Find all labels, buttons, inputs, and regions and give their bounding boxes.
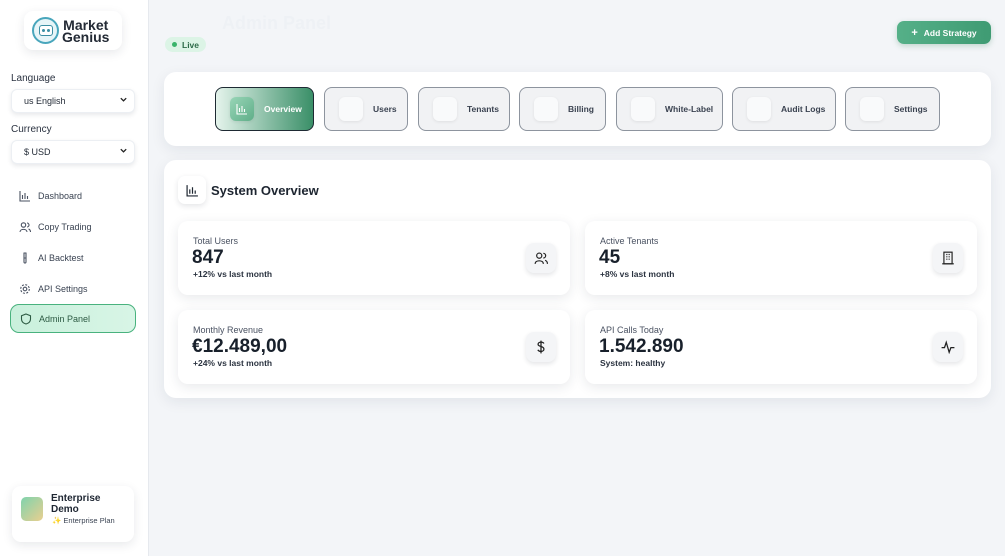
tab-label: Tenants — [467, 104, 499, 114]
brand-name: Market Genius — [62, 16, 110, 45]
sidebar-item-label: AI Backtest — [38, 252, 84, 263]
shield-icon — [20, 312, 32, 325]
users-icon — [526, 243, 556, 273]
section-title: System Overview — [211, 183, 319, 198]
language-label: Language — [11, 73, 56, 84]
stat-status: System: healthy — [600, 358, 666, 368]
sidebar-item-copy-trading[interactable]: Copy Trading — [10, 212, 136, 241]
palette-icon — [631, 97, 655, 121]
chevron-down-icon — [119, 95, 128, 106]
gear-icon — [860, 97, 884, 121]
admin-tabs: Overview Users Tenants Billing White-Lab… — [164, 72, 991, 146]
add-strategy-button[interactable]: + Add Strategy — [897, 21, 991, 44]
stat-change: +8% vs last month — [600, 269, 675, 279]
logo[interactable]: Market Genius — [24, 11, 122, 50]
bar-chart-icon — [230, 97, 254, 121]
stat-value: 847 — [192, 247, 224, 268]
log-icon — [747, 97, 771, 121]
tab-label: Audit Logs — [781, 104, 826, 114]
stat-value: €12.489,00 — [192, 336, 288, 357]
tab-label: Settings — [894, 104, 928, 114]
tab-white-label[interactable]: White-Label — [616, 87, 723, 131]
sidebar-item-label: Copy Trading — [38, 221, 92, 232]
tab-users[interactable]: Users — [324, 87, 408, 131]
system-overview-panel: System Overview Total Users 847 +12% vs … — [164, 160, 991, 398]
live-dot-icon — [172, 42, 177, 47]
dollar-icon — [526, 332, 556, 362]
tab-overview[interactable]: Overview — [215, 87, 314, 131]
tab-label: Overview — [264, 104, 302, 114]
stat-card-monthly-revenue: Monthly Revenue €12.489,00 +24% vs last … — [178, 310, 570, 384]
sidebar: Market Genius Language us English Curren… — [0, 0, 149, 556]
stat-label: Monthly Revenue — [193, 325, 264, 335]
test-tube-icon — [19, 251, 31, 264]
tab-billing[interactable]: Billing — [519, 87, 606, 131]
user-plan: ✨ Enterprise Plan — [52, 516, 115, 525]
stat-card-active-tenants: Active Tenants 45 +8% vs last month — [585, 221, 977, 295]
stat-label: API Calls Today — [600, 325, 664, 335]
sidebar-item-ai-backtest[interactable]: AI Backtest — [10, 243, 136, 272]
currency-select[interactable]: $ USD — [11, 140, 135, 164]
users-icon — [19, 221, 31, 233]
status-badge: Live — [165, 37, 207, 52]
stat-card-api-calls: API Calls Today 1.542.890 System: health… — [585, 310, 977, 384]
tab-label: White-Label — [665, 104, 714, 114]
stat-value: 45 — [599, 247, 621, 268]
tab-settings[interactable]: Settings — [845, 87, 940, 131]
currency-value: $ USD — [24, 147, 51, 157]
sidebar-item-label: Dashboard — [38, 190, 83, 201]
chevron-down-icon — [119, 146, 128, 157]
stat-card-total-users: Total Users 847 +12% vs last month — [178, 221, 570, 295]
tab-label: Billing — [568, 104, 594, 114]
avatar — [21, 497, 43, 521]
language-select[interactable]: us English — [11, 89, 135, 113]
sidebar-item-dashboard[interactable]: Dashboard — [10, 181, 136, 210]
add-strategy-label: Add Strategy — [923, 27, 977, 38]
robot-logo-icon — [32, 17, 59, 44]
stat-value: 1.542.890 — [599, 336, 684, 357]
currency-label: Currency — [11, 124, 52, 135]
user-profile-card[interactable]: Enterprise Demo ✨ Enterprise Plan — [12, 486, 134, 542]
building-icon — [433, 97, 457, 121]
language-value: us English — [24, 96, 66, 106]
stat-change: +24% vs last month — [193, 358, 273, 368]
bar-chart-icon — [19, 190, 31, 202]
sidebar-item-label: Admin Panel — [39, 313, 91, 324]
stat-label: Active Tenants — [600, 236, 659, 246]
bar-chart-icon — [178, 176, 206, 204]
users-icon — [339, 97, 363, 121]
user-name: Enterprise Demo — [51, 493, 101, 515]
building-icon — [933, 243, 963, 273]
tab-tenants[interactable]: Tenants — [418, 87, 510, 131]
gear-icon — [19, 283, 31, 295]
plus-icon: + — [911, 26, 918, 39]
sidebar-item-api-settings[interactable]: API Settings — [10, 274, 136, 303]
status-text: Live — [182, 39, 200, 50]
credit-card-icon — [534, 97, 558, 121]
sidebar-item-label: API Settings — [38, 283, 88, 294]
page-title: Admin Panel — [222, 13, 332, 33]
tab-audit-logs[interactable]: Audit Logs — [732, 87, 836, 131]
activity-icon — [933, 332, 963, 362]
tab-label: Users — [373, 104, 397, 114]
stat-change: +12% vs last month — [193, 269, 273, 279]
sidebar-item-admin-panel[interactable]: Admin Panel — [10, 304, 136, 333]
stat-label: Total Users — [193, 236, 239, 246]
